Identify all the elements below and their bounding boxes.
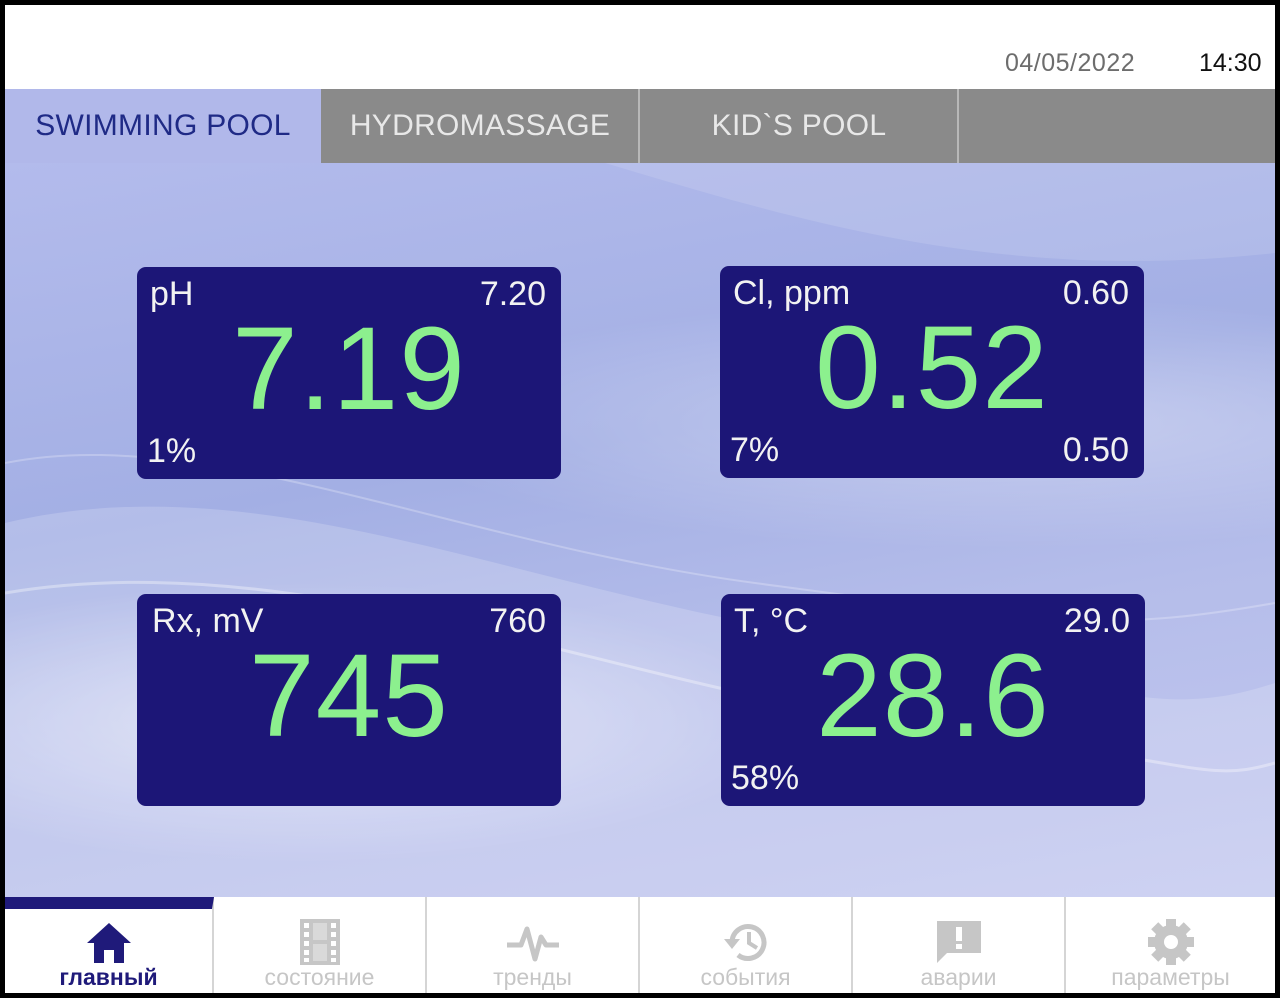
rx-value: 745 xyxy=(249,630,449,762)
nav-main[interactable]: главный xyxy=(5,897,214,993)
tab-label: HYDROMASSAGE xyxy=(349,109,611,142)
gear-icon xyxy=(1066,917,1275,969)
tab-hydromassage[interactable]: HYDROMASSAGE xyxy=(321,89,639,163)
film-icon xyxy=(214,917,425,969)
nav-label: главный xyxy=(59,964,158,990)
nav-label: аварии xyxy=(920,964,997,990)
bottom-navigation: главный состояние тренды события аварии … xyxy=(5,897,1275,993)
tab-kids-pool[interactable]: KID`S POOL xyxy=(640,89,958,163)
date-display: 04/05/2022 xyxy=(1005,49,1136,77)
ph-panel[interactable]: pH 7.20 7.19 1% xyxy=(137,267,561,479)
tab-divider xyxy=(957,89,959,163)
tab-swimming-pool[interactable]: SWIMMING POOL xyxy=(5,89,321,163)
nav-label: события xyxy=(700,964,791,990)
redox-panel[interactable]: Rx, mV 760 745 xyxy=(137,594,561,806)
cl-low-limit: 0.50 xyxy=(1062,431,1129,469)
cl-value: 0.52 xyxy=(815,302,1049,434)
nav-status[interactable]: состояние xyxy=(214,897,427,993)
alert-message-icon xyxy=(853,917,1064,969)
nav-label: состояние xyxy=(264,964,375,990)
tab-label: SWIMMING POOL xyxy=(35,109,291,142)
ph-percent: 1% xyxy=(147,432,197,470)
cl-percent: 7% xyxy=(730,431,780,469)
chlorine-panel[interactable]: Cl, ppm 0.60 0.52 7% 0.50 xyxy=(720,266,1144,478)
tab-label: KID`S POOL xyxy=(711,109,887,142)
time-display: 14:30 xyxy=(1199,49,1262,77)
nav-label: параметры xyxy=(1111,964,1230,990)
temperature-panel[interactable]: T, °C 29.0 28.6 58% xyxy=(721,594,1145,806)
temp-value: 28.6 xyxy=(816,630,1050,762)
status-header: 04/05/2022 14:30 xyxy=(5,5,1275,89)
nav-label: тренды xyxy=(493,964,572,990)
nav-trends[interactable]: тренды xyxy=(427,897,640,993)
pool-tabs: SWIMMING POOL HYDROMASSAGE KID`S POOL xyxy=(5,89,1275,163)
temp-percent: 58% xyxy=(731,759,800,797)
pulse-icon xyxy=(427,917,638,969)
main-panel-area: pH 7.20 7.19 1% Cl, ppm 0.60 0.52 7% 0.5… xyxy=(5,163,1275,897)
history-icon xyxy=(640,917,851,969)
ph-value: 7.19 xyxy=(232,303,466,435)
nav-alarms[interactable]: аварии xyxy=(853,897,1066,993)
nav-events[interactable]: события xyxy=(640,897,853,993)
nav-parameters[interactable]: параметры xyxy=(1066,897,1275,993)
hmi-screen: 04/05/2022 14:30 SWIMMING POOL HYDROMASS… xyxy=(5,5,1275,993)
